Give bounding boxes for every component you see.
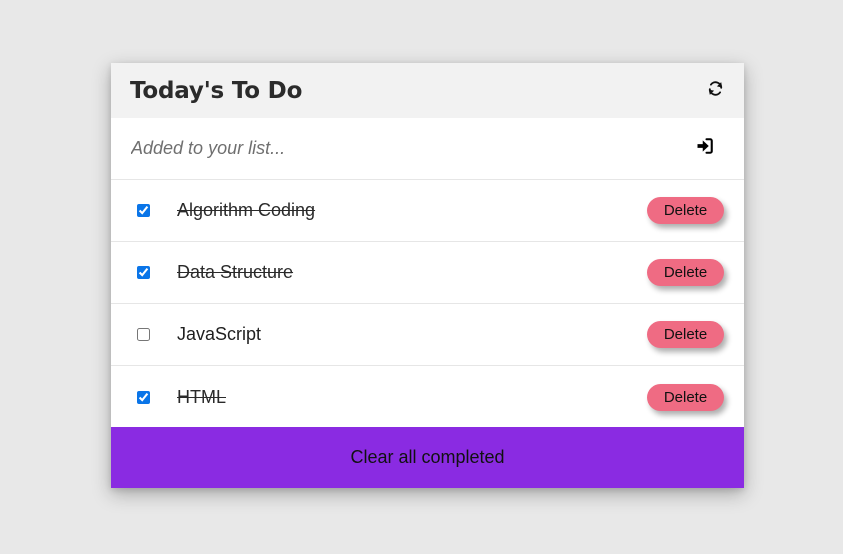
todo-list: Algorithm Coding Delete Data Structure Dele… [111,180,744,428]
delete-button[interactable]: Delete [647,197,724,224]
list-item: Algorithm Coding Delete [111,180,744,242]
item-label: JavaScript [177,324,262,344]
page-title: Today's To Do [130,77,303,104]
item-label: HTML [177,386,226,407]
sign-in-icon [696,137,714,160]
list-item: JavaScript Delete [111,304,744,366]
item-label: Data Structure [177,262,294,282]
item-checkbox[interactable] [137,266,150,279]
delete-button[interactable]: Delete [647,259,724,286]
add-item-row [111,118,744,180]
delete-button[interactable]: Delete [647,383,724,411]
clear-completed-button[interactable]: Clear all completed [111,427,744,488]
refresh-button[interactable] [705,80,725,102]
item-label: Algorithm Coding [177,200,316,220]
add-item-button[interactable] [694,138,716,160]
clear-completed-label: Clear all completed [350,447,505,467]
item-checkbox[interactable] [137,328,150,341]
refresh-icon [707,80,724,102]
delete-button[interactable]: Delete [647,321,724,348]
item-checkbox[interactable] [137,390,150,404]
list-item: Data Structure Delete [111,242,744,304]
todo-header: Today's To Do [111,63,744,118]
add-item-input[interactable] [131,138,611,159]
todo-card: Today's To Do Algorit [111,63,744,488]
item-checkbox[interactable] [137,204,150,217]
list-item: HTML Delete [111,366,744,428]
